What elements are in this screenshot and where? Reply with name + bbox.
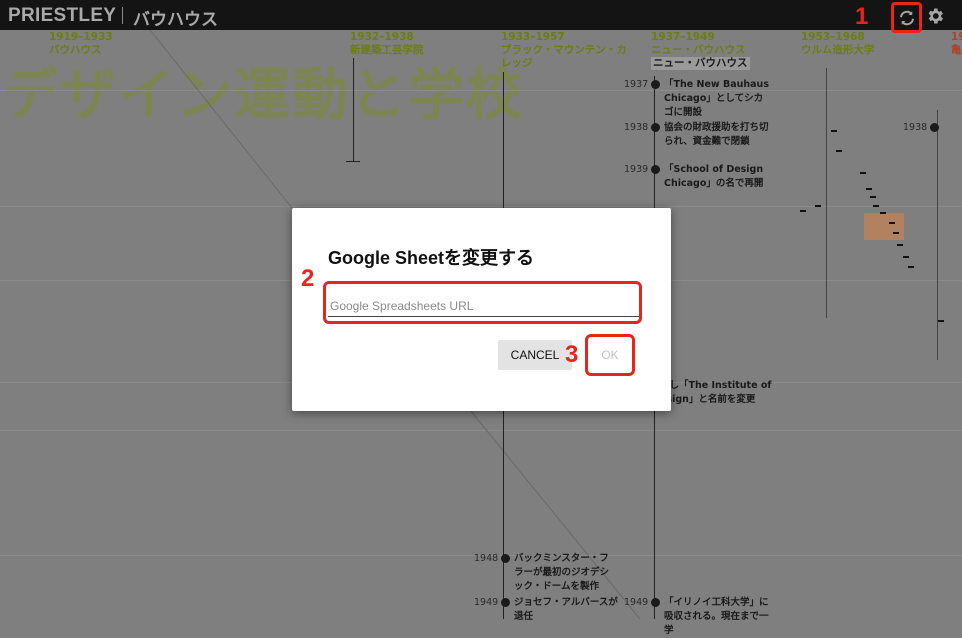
app-logo[interactable]: PRIESTLEY <box>8 5 116 27</box>
annotation-step-3: 3 <box>565 341 579 368</box>
timeline-bar <box>353 58 354 162</box>
column-new-bauhaus[interactable]: 1937–1949 ニュー・バウハウス ニュー・バウハウス <box>651 31 750 70</box>
spreadsheet-url-input[interactable] <box>328 296 639 317</box>
column-black-mountain-college[interactable]: 1933–1957 ブラック・マウンテン・カレッジ <box>501 31 627 70</box>
sync-button[interactable] <box>891 2 922 33</box>
timeline-bar-end <box>346 161 360 162</box>
sync-icon <box>899 10 914 25</box>
timeline-bar <box>826 68 827 318</box>
app-header: PRIESTLEY バウハウス <box>0 0 962 33</box>
annotation-step-1: 1 <box>855 3 869 30</box>
column-partial[interactable]: 19 亀 <box>951 31 962 57</box>
column-bauhaus[interactable]: 1919–1933 バウハウス <box>49 31 113 57</box>
column-new-architecture-school[interactable]: 1932–1938 新建築工芸学院 <box>350 31 424 57</box>
project-title: バウハウス <box>133 10 218 30</box>
timeline-bar <box>937 110 938 360</box>
ok-button[interactable]: OK <box>590 340 630 370</box>
dialog-title: Google Sheetを変更する <box>328 248 535 268</box>
column-ulm-school[interactable]: 1953–1968 ウルム造形大学 <box>801 31 874 57</box>
cancel-button[interactable]: CANCEL <box>498 340 572 370</box>
annotation-step-2: 2 <box>301 265 315 292</box>
header-divider <box>122 7 123 24</box>
gear-icon[interactable] <box>925 6 945 26</box>
change-sheet-dialog: Google Sheetを変更する CANCEL OK <box>292 208 671 411</box>
period-highlight <box>864 213 904 240</box>
